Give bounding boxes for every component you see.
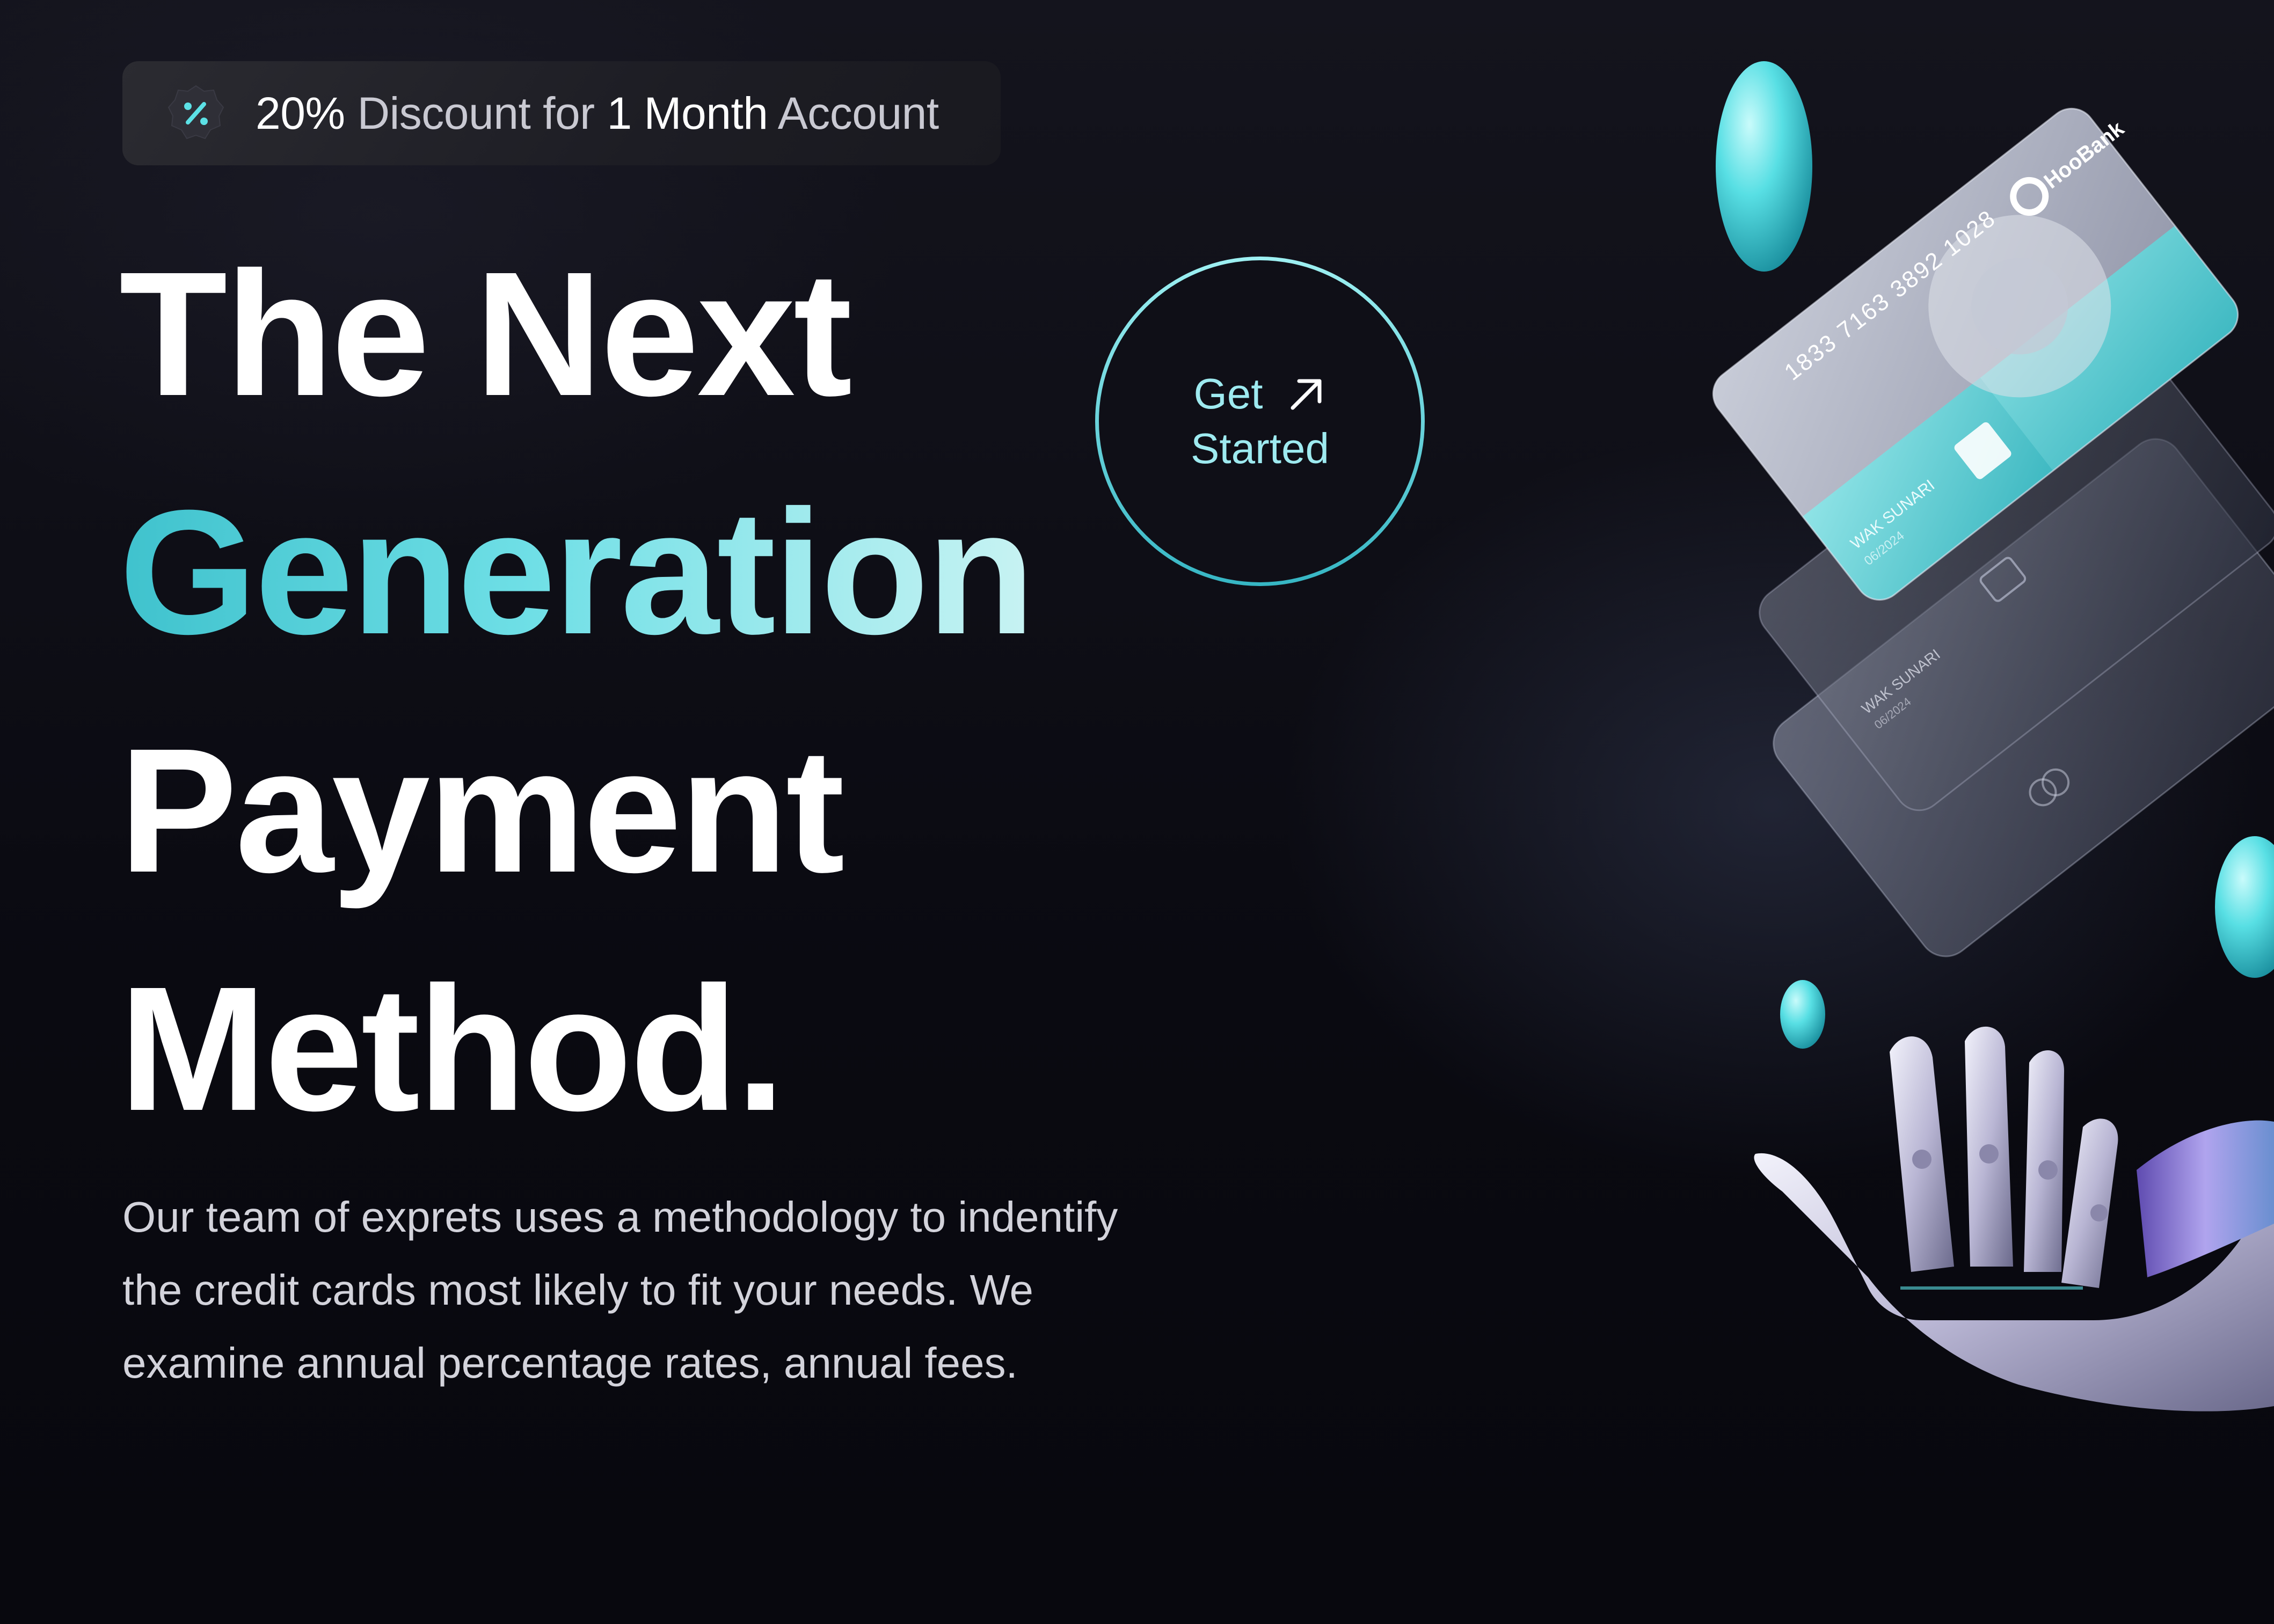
discount-text: 20% Discount for 1 Month Account bbox=[256, 87, 939, 140]
get-started-label: Get Started bbox=[1191, 367, 1329, 476]
orb-right bbox=[2215, 836, 2274, 978]
discount-for-text: Discount for bbox=[345, 87, 607, 138]
discount-account-text: Account bbox=[768, 87, 939, 138]
discount-banner[interactable]: 20% Discount for 1 Month Account bbox=[122, 61, 1001, 165]
orb-small bbox=[1780, 980, 1825, 1049]
discount-badge-icon bbox=[166, 84, 225, 143]
hero-title-line-3: Payment bbox=[119, 711, 845, 909]
get-started-label-line-2: Started bbox=[1191, 425, 1329, 472]
discount-duration: 1 Month bbox=[607, 87, 768, 138]
get-started-label-line-1: Get bbox=[1193, 370, 1263, 418]
hero-description: Our team of exprets uses a methodology t… bbox=[122, 1193, 1118, 1387]
discount-percent: 20% bbox=[256, 87, 345, 138]
hero-title-line-1: The Next bbox=[119, 235, 852, 433]
hero-title: The Next Generation Payment Method. bbox=[119, 215, 1035, 1168]
hero-title-line-4: Method. bbox=[119, 949, 785, 1147]
hero-illustration: WAK SUNARI 06/2024 1833 7163 3892 1028 H… bbox=[1675, 54, 2274, 1428]
orb-top bbox=[1716, 61, 1812, 272]
cards-and-robot-hand-illustration: WAK SUNARI 06/2024 1833 7163 3892 1028 H… bbox=[1703, 61, 2274, 1411]
hero-section: 20% Discount for 1 Month Account The Nex… bbox=[0, 0, 2274, 1624]
robot-hand bbox=[1754, 1026, 2274, 1411]
arrow-up-right-icon bbox=[1287, 375, 1326, 413]
hero-title-line-2: Generation bbox=[119, 453, 1035, 691]
get-started-button[interactable]: Get Started bbox=[1095, 257, 1425, 586]
